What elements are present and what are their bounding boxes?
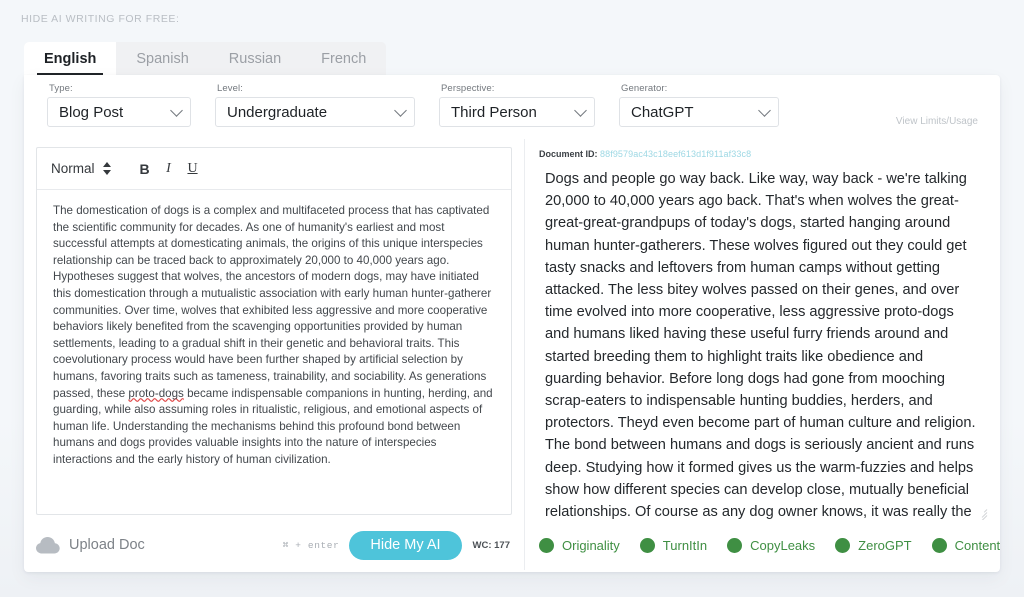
generator-select-value: ChatGPT: [631, 103, 694, 121]
output-textarea[interactable]: Dogs and people go way back. Like way, w…: [537, 168, 988, 520]
underline-button[interactable]: U: [181, 161, 205, 177]
upload-doc-label: Upload Doc: [69, 537, 145, 553]
controls-row: Type: Blog Post Level: Undergraduate Per…: [24, 75, 1000, 137]
detector-turnitin[interactable]: TurnItIn: [639, 537, 708, 553]
status-dot-icon: [539, 537, 554, 553]
resize-handle-icon[interactable]: [976, 506, 988, 520]
main-card: Type: Blog Post Level: Undergraduate Per…: [24, 75, 1000, 572]
detector-zerogpt[interactable]: ZeroGPT: [835, 537, 912, 553]
chevron-down-icon: [170, 104, 183, 117]
generator-select[interactable]: ChatGPT: [619, 97, 779, 127]
detector-label: ZeroGPT: [858, 537, 912, 553]
document-id: Document ID: 88f9579ac43c18eef613d1f911a…: [539, 149, 988, 159]
detector-badges: Originality TurnItIn CopyLeaks ZeroGPT C…: [539, 518, 1000, 572]
editor-text-part-1: The domestication of dogs is a complex a…: [53, 204, 492, 400]
word-count-label: WC: 177: [472, 539, 510, 551]
type-select-value: Blog Post: [59, 103, 124, 121]
perspective-select-value: Third Person: [451, 103, 537, 121]
cloud-upload-icon: [36, 536, 60, 553]
perspective-select[interactable]: Third Person: [439, 97, 595, 127]
detector-label: TurnItIn: [662, 537, 708, 553]
status-dot-icon: [727, 537, 743, 553]
level-control: Level: Undergraduate: [215, 83, 415, 127]
page-eyebrow-title: HIDE AI WRITING FOR FREE:: [21, 13, 180, 25]
tab-english[interactable]: English: [24, 42, 117, 75]
detector-copyleaks[interactable]: CopyLeaks: [727, 537, 816, 553]
detector-contentscale[interactable]: ContentScale: [931, 537, 1000, 553]
chevron-down-icon: [394, 104, 407, 117]
tab-french[interactable]: French: [301, 42, 387, 75]
app-root: HIDE AI WRITING FOR FREE: English Spanis…: [0, 0, 1024, 597]
output-pane: Document ID: 88f9579ac43c18eef613d1f911a…: [525, 137, 1000, 572]
paragraph-style-label: Normal: [51, 161, 95, 176]
perspective-label: Perspective:: [441, 83, 495, 94]
document-id-value: 88f9579ac43c18eef613d1f911af33c8: [600, 149, 752, 159]
editor-footer: Upload Doc ⌘ + enter Hide My AI WC: 177: [36, 518, 512, 572]
generator-label: Generator:: [621, 83, 668, 94]
status-dot-icon: [639, 537, 655, 553]
editor-toolbar: Normal B I U: [37, 148, 511, 190]
type-control: Type: Blog Post: [47, 83, 191, 127]
split-panes: Normal B I U The domestication of dogs i…: [24, 137, 1000, 572]
detector-originality[interactable]: Originality: [539, 537, 620, 553]
italic-button[interactable]: I: [157, 161, 181, 177]
hide-my-ai-button[interactable]: Hide My AI: [349, 530, 462, 560]
type-select[interactable]: Blog Post: [47, 97, 191, 127]
language-tab-bar: English Spanish Russian French: [24, 42, 387, 75]
upload-doc-button[interactable]: Upload Doc: [36, 536, 145, 554]
view-limits-usage-link[interactable]: View Limits/Usage: [896, 116, 978, 127]
chevron-down-icon: [758, 104, 771, 117]
keyboard-shortcut-hint: ⌘ + enter: [282, 539, 340, 551]
style-updown-spinner-icon[interactable]: [102, 162, 111, 175]
generator-control: Generator: ChatGPT: [619, 83, 779, 127]
level-select-value: Undergraduate: [227, 103, 328, 121]
perspective-control: Perspective: Third Person: [439, 83, 595, 127]
editor-misspelled-word: proto-dogs: [128, 386, 184, 400]
type-label: Type:: [49, 83, 73, 94]
document-id-label: Document ID:: [539, 149, 598, 159]
detector-label: Originality: [562, 537, 620, 553]
input-pane: Normal B I U The domestication of dogs i…: [24, 137, 524, 572]
status-dot-icon: [931, 537, 947, 553]
output-text: Dogs and people go way back. Like way, w…: [545, 171, 976, 520]
tab-spanish[interactable]: Spanish: [116, 42, 209, 75]
chevron-down-icon: [574, 104, 587, 117]
tab-russian[interactable]: Russian: [208, 42, 302, 75]
detector-label: ContentScale: [954, 537, 1000, 553]
editor-textarea[interactable]: The domestication of dogs is a complex a…: [37, 190, 511, 514]
level-select[interactable]: Undergraduate: [215, 97, 415, 127]
bold-button[interactable]: B: [133, 161, 157, 177]
level-label: Level:: [217, 83, 243, 94]
status-dot-icon: [835, 537, 851, 553]
editor-box: Normal B I U The domestication of dogs i…: [36, 147, 512, 515]
detector-label: CopyLeaks: [750, 537, 816, 553]
